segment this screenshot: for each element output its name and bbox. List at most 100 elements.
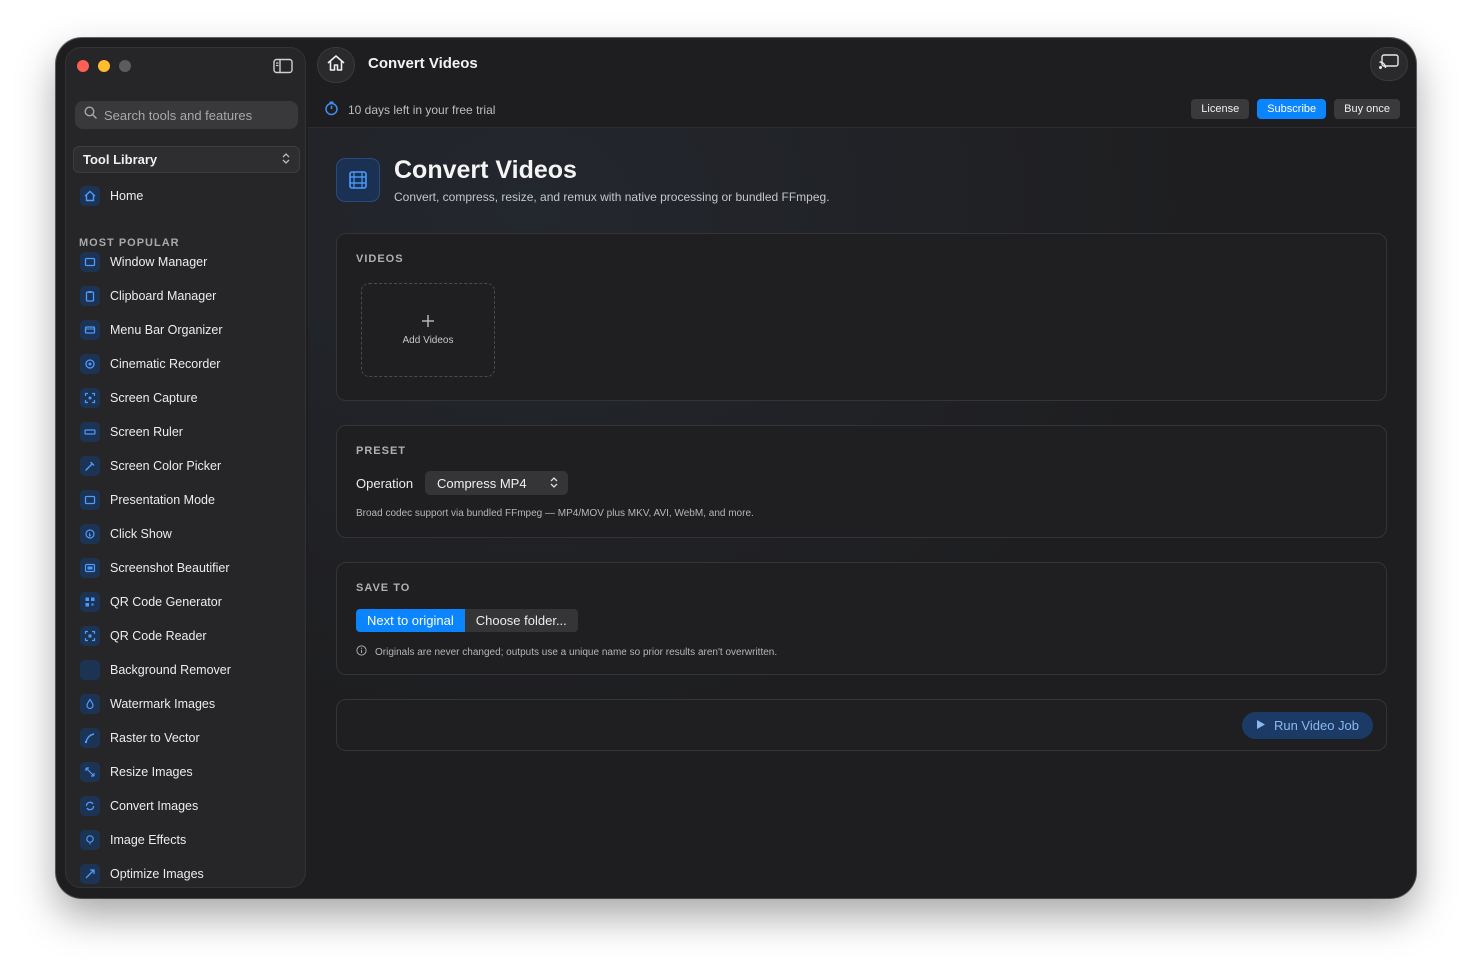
operation-label: Operation <box>356 476 414 491</box>
house-icon <box>326 54 346 77</box>
tool-library-label: Tool Library <box>83 152 158 167</box>
sidebar-item-label: QR Code Generator <box>110 595 222 609</box>
sidebar-item-watermark-images[interactable]: Watermark Images <box>80 693 215 715</box>
plus-icon <box>421 314 435 331</box>
sidebar-item-image-effects[interactable]: Image Effects <box>80 829 186 851</box>
sidebar-item-screen-capture[interactable]: Screen Capture <box>80 387 198 409</box>
pointer-icon <box>80 524 100 544</box>
next-to-original-option[interactable]: Next to original <box>356 609 465 632</box>
cast-button[interactable] <box>1370 47 1408 81</box>
sidebar-item-label: Optimize Images <box>110 867 204 881</box>
sidebar-item-label: Screenshot Beautifier <box>110 561 230 575</box>
buy-once-button[interactable]: Buy once <box>1334 99 1400 119</box>
page-title: Convert Videos <box>394 156 577 184</box>
tool-library-dropdown[interactable]: Tool Library <box>73 146 300 173</box>
convert-icon <box>80 796 100 816</box>
run-video-job-label: Run Video Job <box>1273 718 1359 733</box>
sidebar-item-label: Window Manager <box>110 255 208 269</box>
sidebar-item-window-manager[interactable]: Window Manager <box>80 251 207 273</box>
sidebar-item-label: Resize Images <box>110 765 193 779</box>
run-video-job-button[interactable]: Run Video Job <box>1241 712 1373 739</box>
sidebar-item-qr-code-generator[interactable]: QR Code Generator <box>80 591 222 613</box>
sidebar-item-label: Menu Bar Organizer <box>110 323 223 337</box>
sidebar-item-screenshot-beautifier[interactable]: Screenshot Beautifier <box>80 557 230 579</box>
info-icon <box>356 645 367 659</box>
sidebar-item-label: Click Show <box>110 527 172 541</box>
close-window-button[interactable] <box>77 60 89 72</box>
search-field[interactable] <box>75 101 298 129</box>
sidebar-item-cinematic-recorder[interactable]: Cinematic Recorder <box>80 353 220 375</box>
videos-label: VIDEOS <box>356 253 404 265</box>
save-location-segmented-control: Next to original Choose folder... <box>356 609 578 632</box>
sidebar-item-click-show[interactable]: Click Show <box>80 523 172 545</box>
page-subtitle: Convert, compress, resize, and remux wit… <box>394 190 830 204</box>
sidebar-item-label: Raster to Vector <box>110 731 200 745</box>
resize-icon <box>80 762 100 782</box>
operation-value: Compress MP4 <box>437 475 527 491</box>
sidebar-item-label: Cinematic Recorder <box>110 357 221 371</box>
preset-label: PRESET <box>356 445 407 457</box>
sidebar-toggle-icon[interactable] <box>273 58 293 74</box>
sidebar-item-home[interactable]: Home <box>80 185 143 207</box>
sidebar-item-label: Watermark Images <box>110 697 216 711</box>
sidebar-item-qr-code-reader[interactable]: QR Code Reader <box>80 625 207 647</box>
sidebar-item-label: Presentation Mode <box>110 493 215 507</box>
effects-icon <box>80 830 100 850</box>
menubar-icon <box>80 320 100 340</box>
vector-icon <box>80 728 100 748</box>
sidebar: Tool Library Home MOST POPULAR Window Ma… <box>65 47 306 888</box>
chevron-updown-icon <box>282 152 290 167</box>
videos-card: VIDEOS Add Videos <box>336 233 1387 401</box>
sidebar-item-screen-color-picker[interactable]: Screen Color Picker <box>80 455 221 477</box>
clipboard-icon <box>80 286 100 306</box>
presentation-icon <box>80 490 100 510</box>
sidebar-item-label: QR Code Reader <box>110 629 207 643</box>
home-icon <box>80 186 100 206</box>
sidebar-item-convert-images[interactable]: Convert Images <box>80 795 198 817</box>
qr-icon <box>80 592 100 612</box>
sidebar-item-screen-ruler[interactable]: Screen Ruler <box>80 421 183 443</box>
background-icon <box>80 660 100 680</box>
home-button[interactable] <box>317 47 355 83</box>
license-actions: License Subscribe Buy once <box>1191 99 1400 119</box>
sidebar-item-label: Screen Color Picker <box>110 459 222 473</box>
sidebar-item-clipboard-manager[interactable]: Clipboard Manager <box>80 285 216 307</box>
optimize-icon <box>80 864 100 884</box>
sidebar-item-label: Convert Images <box>110 799 199 813</box>
sidebar-item-label: Home <box>110 189 144 203</box>
window-title: Convert Videos <box>368 55 478 72</box>
sidebar-item-label: Background Remover <box>110 663 231 677</box>
subscribe-button[interactable]: Subscribe <box>1257 99 1327 119</box>
sidebar-item-label: Clipboard Manager <box>110 289 217 303</box>
operation-select[interactable]: Compress MP4 <box>425 471 568 495</box>
sidebar-item-resize-images[interactable]: Resize Images <box>80 761 193 783</box>
add-videos-label: Add Videos <box>402 335 454 346</box>
sidebar-item-raster-to-vector[interactable]: Raster to Vector <box>80 727 200 749</box>
minimize-window-button[interactable] <box>98 60 110 72</box>
preset-note: Broad codec support via bundled FFmpeg —… <box>356 508 754 519</box>
eyedropper-icon <box>80 456 100 476</box>
image-frame-icon <box>80 558 100 578</box>
drop-icon <box>80 694 100 714</box>
camera-icon <box>80 354 100 374</box>
search-input[interactable] <box>104 107 284 123</box>
save-note: Originals are never changed; outputs use… <box>356 645 777 659</box>
window-controls <box>77 60 131 72</box>
save-to-card: SAVE TO Next to original Choose folder..… <box>336 562 1387 675</box>
trial-banner: 10 days left in your free trial <box>324 101 495 119</box>
sidebar-item-label: Screen Capture <box>110 391 198 405</box>
zoom-window-button[interactable] <box>119 60 131 72</box>
sidebar-item-optimize-images[interactable]: Optimize Images <box>80 863 204 885</box>
search-icon <box>84 106 97 124</box>
capture-icon <box>80 388 100 408</box>
choose-folder-option[interactable]: Choose folder... <box>464 609 578 632</box>
timer-icon <box>324 101 339 119</box>
add-videos-button[interactable]: Add Videos <box>361 283 495 377</box>
chevron-updown-icon <box>550 476 558 491</box>
cast-icon <box>1378 53 1400 76</box>
license-button[interactable]: License <box>1191 99 1250 119</box>
sidebar-item-background-remover[interactable]: Background Remover <box>80 659 231 681</box>
sidebar-item-presentation-mode[interactable]: Presentation Mode <box>80 489 215 511</box>
preset-card: PRESET Operation Compress MP4 Broad code… <box>336 425 1387 538</box>
sidebar-item-menu-bar-organizer[interactable]: Menu Bar Organizer <box>80 319 223 341</box>
